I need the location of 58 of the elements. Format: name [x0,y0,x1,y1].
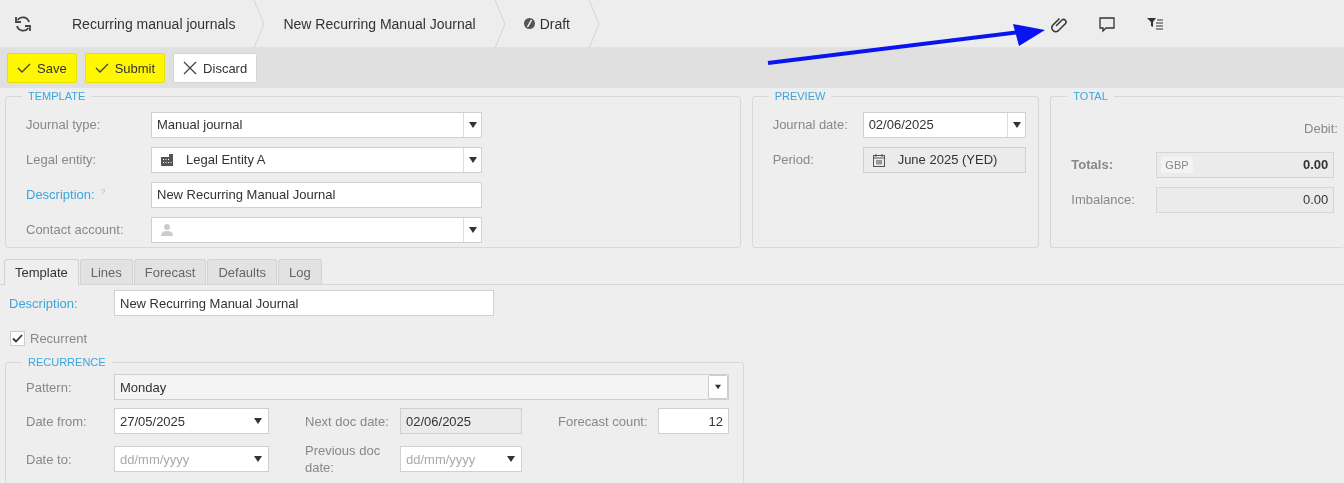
building-icon [160,152,174,167]
status-label: Draft [539,15,570,32]
field-label: Contact account: [26,222,125,237]
check-icon [94,61,109,75]
checkbox-label: Recurrent [30,330,88,346]
toolbar-button[interactable]: Discard [173,53,258,83]
calendar-icon [871,152,886,167]
caret-icon [254,418,262,424]
field-label: Imbalance: [1071,192,1136,207]
status-icon [523,18,535,29]
tab[interactable]: Template [4,259,79,285]
refresh-icon [14,14,32,33]
field-label: Period: [772,152,815,167]
caret-icon [254,456,262,462]
field-label: Legal entity: [26,152,98,167]
text-field[interactable]: New Recurring Manual Journal [151,181,482,208]
period-field: June 2025 (YED) [862,146,1026,173]
field-label: Next doc date: [305,413,390,429]
close-icon [183,61,198,75]
caret-icon [715,384,721,390]
section-title: RECURRENCE [22,356,112,368]
tab[interactable]: Lines [79,259,133,284]
field-label: Journal date: [772,117,849,132]
field-label: Forecast count: [558,413,649,429]
text-field[interactable]: New Recurring Manual Journal [114,290,494,316]
tab[interactable]: Defaults [207,259,278,284]
column-header: Debit: [1304,121,1338,136]
tab[interactable]: Log [278,259,322,284]
currency-tag: GBP [1161,156,1193,173]
dropdown[interactable]: Manual journal [151,111,482,138]
dropdown[interactable]: 02/06/2025 [862,111,1026,138]
amount-value: 0.00 [1303,157,1329,172]
comment-icon[interactable] [1098,14,1116,33]
toolbar-button[interactable]: Save [7,53,77,83]
field-label: Description: [9,295,79,311]
person-icon [160,222,174,237]
number-field[interactable]: 12 [658,408,729,434]
checkbox[interactable] [10,330,25,346]
section-title: PREVIEW [768,90,832,102]
dropdown[interactable]: Monday [114,374,729,400]
field-label: Pattern: [26,379,73,395]
section-title: TOTAL [1067,90,1114,102]
amount-field: 0.00 [1156,186,1335,213]
field-label: Date from: [26,413,88,429]
section-title: TEMPLATE [22,90,92,102]
field-label: Previous doc date: [305,442,382,476]
breadcrumb-link[interactable]: New Recurring Manual Journal [265,0,494,48]
check-icon [17,61,31,75]
field-label: Journal type: [26,117,102,132]
field-label: Totals: [1071,157,1114,172]
breadcrumb-link[interactable]: Recurring manual journals [54,0,254,48]
field-label: Description: [26,187,95,202]
dropdown[interactable]: 27/05/2025 [114,408,269,434]
toolbar-button[interactable]: Submit [84,53,166,83]
tab[interactable]: Forecast [133,259,207,284]
field-label: Date to: [26,451,73,467]
dropdown[interactable]: Legal Entity A [151,146,482,173]
caret-icon [507,456,515,462]
